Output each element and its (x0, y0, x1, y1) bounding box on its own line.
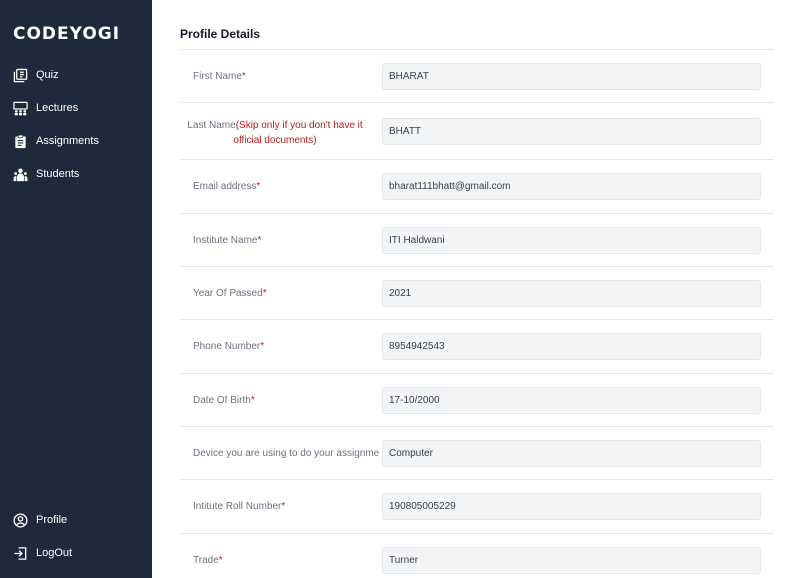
trade-field[interactable] (382, 547, 761, 574)
form-row-device: Device you are using to do your assignme (180, 426, 774, 479)
sidebar-item-students[interactable]: Students (13, 165, 79, 183)
year-of-passed-field[interactable] (382, 280, 761, 307)
profile-icon (13, 512, 28, 528)
sidebar-item-assignments[interactable]: Assignments (13, 132, 99, 150)
last-name-field[interactable] (382, 118, 761, 145)
form-row-first-name: First Name* (180, 49, 774, 102)
form-row-institute-name: Institute Name* (180, 213, 774, 266)
form-row-trade: Trade* (180, 533, 774, 578)
page-title: Profile Details (180, 27, 261, 41)
quiz-icon (13, 68, 28, 83)
sidebar-item-logout[interactable]: LogOut (13, 544, 72, 562)
form-row-last-name: Last Name(Skip only if you don't have it… (180, 102, 774, 159)
field-label: Year Of Passed* (193, 288, 267, 299)
field-label: Email address* (193, 181, 261, 192)
form-row-roll-number: Intitute Roll Number* (180, 479, 774, 533)
device-field[interactable] (382, 440, 761, 467)
phone-number-field[interactable] (382, 333, 761, 360)
profile-form: Profile Details First Name* Last Name(Sk… (152, 0, 801, 578)
lectures-icon (13, 101, 28, 116)
field-label: Last Name(Skip only if you don't have it… (187, 120, 363, 146)
sidebar: CODEYOGI Quiz Lectures Assignments Stude… (0, 0, 152, 578)
sidebar-item-quiz[interactable]: Quiz (13, 66, 59, 84)
sidebar-item-label: Students (36, 168, 80, 180)
roll-number-field[interactable] (382, 493, 761, 520)
sidebar-item-label: Quiz (36, 69, 59, 81)
form-row-email: Email address* (180, 159, 774, 213)
field-label: Device you are using to do your assignme (193, 448, 380, 459)
field-label: First Name* (193, 71, 246, 82)
field-label: Institute Name* (193, 235, 262, 246)
sidebar-item-label: LogOut (36, 547, 73, 559)
institute-name-field[interactable] (382, 227, 761, 254)
email-field[interactable] (382, 173, 761, 200)
sidebar-item-label: Profile (36, 514, 68, 526)
field-label: Intitute Roll Number* (193, 501, 286, 512)
logout-icon (13, 546, 28, 561)
brand-logo: CODEYOGI (13, 24, 121, 44)
form-row-date-of-birth: Date Of Birth* (180, 373, 774, 426)
assignments-icon (13, 134, 28, 149)
sidebar-item-label: Assignments (36, 135, 99, 147)
sidebar-item-label: Lectures (36, 102, 79, 114)
students-icon (13, 167, 28, 182)
field-label: Phone Number* (193, 341, 265, 352)
sidebar-item-profile[interactable]: Profile (13, 511, 67, 529)
first-name-field[interactable] (382, 63, 761, 90)
date-of-birth-field[interactable] (382, 387, 761, 414)
field-label: Date Of Birth* (193, 395, 255, 406)
sidebar-item-lectures[interactable]: Lectures (13, 99, 78, 117)
field-label: Trade* (193, 555, 223, 566)
form-row-phone-number: Phone Number* (180, 319, 774, 373)
form-row-year-of-passed: Year Of Passed* (180, 266, 774, 319)
